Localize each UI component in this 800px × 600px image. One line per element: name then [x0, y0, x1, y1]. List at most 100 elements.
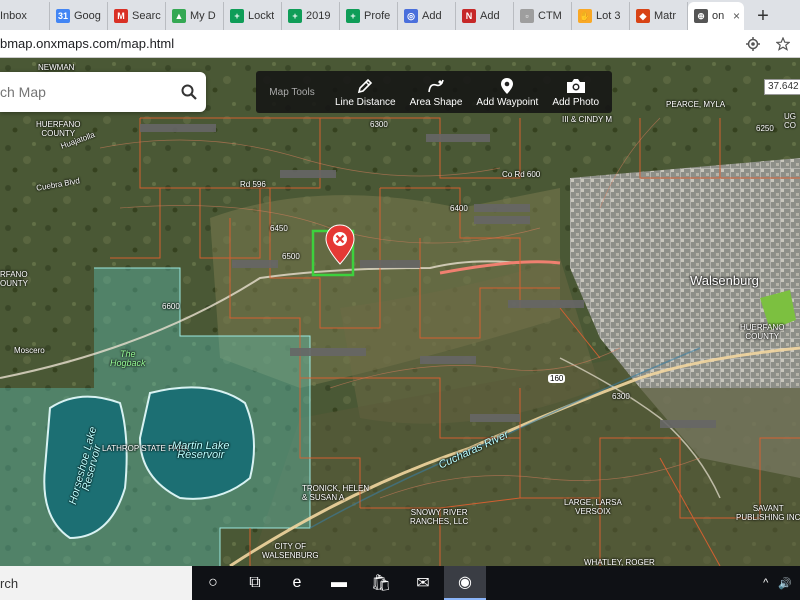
elevation-label: 6400 — [450, 204, 468, 213]
url-text[interactable]: bmap.onxmaps.com/map.html — [0, 36, 746, 51]
browser-tab-title: Matr — [654, 10, 676, 22]
browser-tab-title: Goog — [74, 10, 101, 22]
owner-label: LARGE, LARSA VERSOIX — [564, 498, 622, 516]
browser-tab-title: Inbox — [0, 10, 27, 22]
search-icon[interactable] — [181, 83, 197, 101]
mail-icon[interactable]: ✉ — [402, 566, 444, 600]
redacted-label — [508, 300, 584, 308]
area-shape-label: Area Shape — [409, 96, 463, 108]
hand-icon: ✋ — [578, 9, 592, 23]
browser-tab[interactable]: + Profe — [340, 2, 398, 30]
store-icon-glyph: 🛍 — [370, 575, 392, 592]
hogback-label: The Hogback — [110, 349, 146, 368]
drive-icon: ▲ — [172, 9, 186, 23]
system-tray: ^ 🔊 — [763, 577, 800, 590]
task-view-icon[interactable]: ⧉ — [234, 566, 276, 600]
tray-chevron-icon[interactable]: ^ — [763, 577, 768, 589]
browser-tab[interactable]: +2019 — [282, 2, 340, 30]
store-icon[interactable]: 🛍 — [360, 566, 402, 600]
edge-icon[interactable]: e — [276, 566, 318, 600]
browser-tab-title: Add — [422, 10, 442, 22]
redacted-label — [290, 348, 366, 356]
browser-tab[interactable]: ◆ Matr — [630, 2, 688, 30]
browser-tab[interactable]: ▲ My D — [166, 2, 224, 30]
browser-tab[interactable]: ◎ Add — [398, 2, 456, 30]
county-label: HUERFANO COUNTY — [36, 120, 81, 138]
file-explorer-icon-glyph: ▬ — [331, 574, 347, 591]
browser-tab[interactable]: M Searc — [108, 2, 166, 30]
new-tab-button[interactable]: + — [748, 2, 778, 30]
browser-tab-title: CTM — [538, 10, 562, 22]
file-explorer-icon[interactable]: ▬ — [318, 566, 360, 600]
browser-tab[interactable]: Inbox — [0, 2, 50, 30]
elevation-label: 6300 — [370, 120, 388, 129]
browser-tab-title: Lockt — [248, 10, 275, 22]
sheets-icon: + — [230, 9, 244, 23]
cortana-icon[interactable]: ○ — [192, 566, 234, 600]
area-shape-icon — [426, 77, 446, 95]
close-tab-icon[interactable]: × — [733, 9, 740, 23]
gmail-icon: M — [114, 9, 128, 23]
add-photo-tool[interactable]: Add Photo — [545, 77, 606, 108]
browser-tab-title: 2019 — [306, 10, 331, 22]
redacted-label — [426, 134, 490, 142]
redacted-label — [474, 216, 530, 224]
map-search-input[interactable] — [0, 84, 181, 100]
redacted-label — [360, 260, 420, 268]
map-tools-toolbar: Map Tools Line Distance Area Shape Add W… — [256, 71, 612, 113]
owner-label: CITY OF WALSENBURG — [262, 542, 319, 560]
redacted-label — [140, 124, 216, 132]
waypoint-icon — [500, 77, 514, 95]
owner-label: SNOWY RIVER RANCHES, LLC — [410, 508, 469, 526]
place-label: NEWMAN — [38, 63, 75, 72]
browser-tab[interactable]: ⊕ on × — [688, 2, 744, 30]
browser-tab[interactable]: N Add — [456, 2, 514, 30]
n-icon: N — [462, 9, 476, 23]
owner-label: III & CINDY M — [562, 115, 613, 124]
location-target-icon[interactable] — [746, 36, 760, 51]
edge-icon-glyph: e — [292, 574, 302, 591]
elevation-label: 6450 — [270, 224, 288, 233]
city-label: Walsenburg — [690, 273, 759, 288]
browser-tab[interactable]: 31 Goog — [50, 2, 108, 30]
highway-shield: 160 — [548, 374, 566, 383]
county-label: UG CO — [784, 112, 796, 130]
waypoint-marker[interactable] — [324, 224, 356, 266]
redacted-label — [232, 260, 278, 268]
map-view[interactable]: Map Tools Line Distance Area Shape Add W… — [0, 58, 800, 566]
add-waypoint-label: Add Waypoint — [476, 96, 539, 108]
chrome-icon-glyph: ◉ — [458, 574, 472, 591]
volume-icon[interactable]: 🔊 — [778, 577, 792, 590]
add-photo-label: Add Photo — [552, 96, 600, 108]
camera-icon — [566, 77, 586, 95]
line-distance-tool[interactable]: Line Distance — [328, 77, 403, 108]
map-search-box[interactable] — [0, 72, 206, 112]
area-shape-tool[interactable]: Area Shape — [403, 77, 470, 108]
redacted-label — [474, 204, 530, 212]
browser-tab-title: Add — [480, 10, 500, 22]
cube-icon: ◆ — [636, 9, 650, 23]
browser-tab-title: on — [712, 10, 725, 22]
browser-tab[interactable]: ✋ Lot 3 — [572, 2, 630, 30]
browser-tab-strip: Inbox 31 Goog M Searc ▲ My D + Lockt +2019 + Profe ◎… — [0, 0, 800, 30]
browser-tab[interactable]: ▫ CTM — [514, 2, 572, 30]
road-label: Moscero — [14, 346, 45, 355]
redacted-label — [470, 414, 520, 422]
satellite-map-layer[interactable] — [0, 58, 800, 566]
bookmark-star-icon[interactable] — [776, 36, 790, 51]
windows-taskbar: rch ○ ⧉ e ▬ 🛍 ✉ ◉ ^ 🔊 — [0, 566, 800, 600]
redacted-label — [420, 356, 476, 364]
elevation-label: 6600 — [162, 302, 180, 311]
taskbar-search[interactable]: rch — [0, 566, 192, 600]
address-bar[interactable]: bmap.onxmaps.com/map.html — [0, 30, 800, 58]
circle-icon: ◎ — [404, 9, 418, 23]
chrome-icon[interactable]: ◉ — [444, 566, 486, 600]
task-view-icon-glyph: ⧉ — [249, 574, 261, 591]
taskbar-apps: ○ ⧉ e ▬ 🛍 ✉ ◉ — [192, 566, 486, 600]
sheets-icon: + — [346, 9, 360, 23]
redacted-label — [280, 170, 336, 178]
browser-tab[interactable]: + Lockt — [224, 2, 282, 30]
map-tools-label: Map Tools — [269, 86, 315, 98]
add-waypoint-tool[interactable]: Add Waypoint — [469, 77, 545, 108]
coordinate-readout: 37.642 — [764, 79, 800, 95]
